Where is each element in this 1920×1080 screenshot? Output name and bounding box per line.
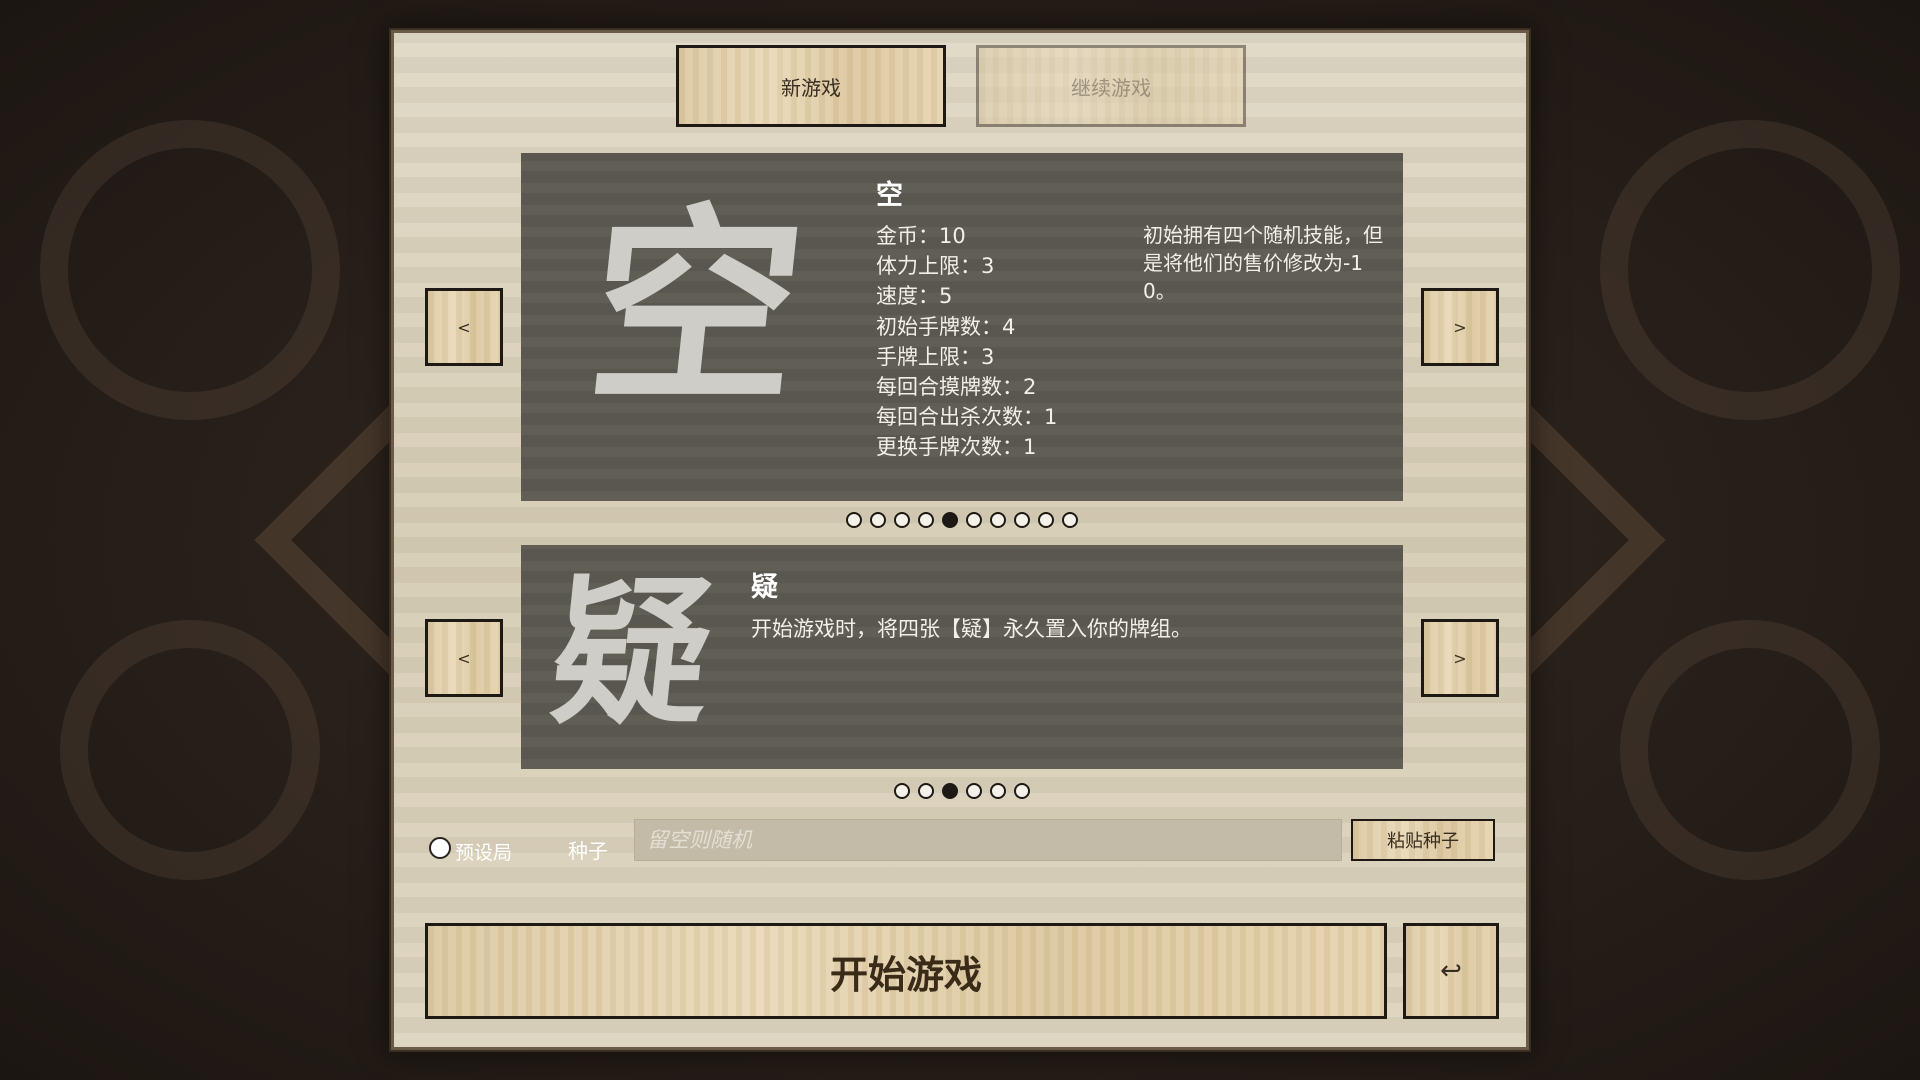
modifier-name: 疑	[751, 572, 778, 603]
background-ornament	[1600, 120, 1900, 420]
character-description: 初始拥有四个随机技能，但是将他们的售价修改为-10。	[1143, 223, 1383, 303]
seed-input[interactable]	[634, 819, 1342, 861]
new-game-panel: 新游戏 继续游戏 空 空 金币：10 体力上限：3 速度：5 初始手牌数：4 手…	[391, 30, 1529, 1050]
character-stats: 金币：10 体力上限：3 速度：5 初始手牌数：4 手牌上限：3 每回合摸牌数：…	[876, 221, 1057, 463]
seed-label: 种子	[568, 839, 608, 863]
background-ornament	[40, 120, 340, 420]
preset-toggle[interactable]: 预设局	[429, 830, 512, 865]
page-dot[interactable]	[1014, 512, 1030, 528]
preset-label: 预设局	[455, 842, 513, 864]
modifier-next-button[interactable]: >	[1421, 619, 1499, 697]
stat-hand-limit: 手牌上限：3	[876, 344, 995, 369]
page-dot[interactable]	[918, 783, 934, 799]
stat-speed: 速度：5	[876, 284, 953, 309]
character-next-button[interactable]: >	[1421, 288, 1499, 366]
modifier-prev-button[interactable]: <	[425, 619, 503, 697]
modifier-card: 疑 疑 开始游戏时，将四张【疑】永久置入你的牌组。	[521, 545, 1403, 769]
modifier-pagination	[894, 783, 1030, 799]
modifier-glyph: 疑	[543, 561, 721, 746]
page-dot[interactable]	[918, 512, 934, 528]
page-dot[interactable]	[1038, 512, 1054, 528]
page-dot[interactable]	[870, 512, 886, 528]
stat-max-stamina: 体力上限：3	[876, 254, 995, 279]
return-arrow-icon: ↩	[1440, 956, 1462, 986]
page-dot[interactable]	[990, 783, 1006, 799]
tab-new-game[interactable]: 新游戏	[676, 45, 946, 127]
page-dot[interactable]	[894, 783, 910, 799]
stat-gold: 金币：10	[876, 224, 966, 248]
page-dot[interactable]	[846, 512, 862, 528]
character-pagination	[846, 512, 1078, 528]
stat-hand-swaps: 更换手牌次数：1	[876, 435, 1037, 460]
background-ornament	[60, 620, 320, 880]
page-dot[interactable]	[942, 512, 958, 528]
page-dot[interactable]	[1014, 783, 1030, 799]
page-dot[interactable]	[966, 512, 982, 528]
character-glyph: 空	[578, 184, 815, 431]
page-dot[interactable]	[966, 783, 982, 799]
preset-radio[interactable]	[429, 836, 451, 859]
page-dot[interactable]	[990, 512, 1006, 528]
start-game-button[interactable]: 开始游戏	[425, 923, 1387, 1019]
page-dot[interactable]	[1062, 512, 1078, 528]
page-dot[interactable]	[942, 783, 958, 799]
character-name: 空	[876, 180, 903, 211]
stat-attacks-per-turn: 每回合出杀次数：1	[876, 405, 1058, 430]
modifier-description: 开始游戏时，将四张【疑】永久置入你的牌组。	[751, 617, 1192, 641]
character-card: 空 空 金币：10 体力上限：3 速度：5 初始手牌数：4 手牌上限：3 每回合…	[521, 153, 1403, 501]
tab-continue-game[interactable]: 继续游戏	[976, 45, 1246, 127]
back-button[interactable]: ↩	[1403, 923, 1499, 1019]
paste-seed-button[interactable]: 粘贴种子	[1351, 819, 1495, 861]
page-dot[interactable]	[894, 512, 910, 528]
character-prev-button[interactable]: <	[425, 288, 503, 366]
stat-starting-hand: 初始手牌数：4	[876, 314, 1016, 339]
background-ornament	[1620, 620, 1880, 880]
stat-draw-per-turn: 每回合摸牌数：2	[876, 375, 1037, 400]
